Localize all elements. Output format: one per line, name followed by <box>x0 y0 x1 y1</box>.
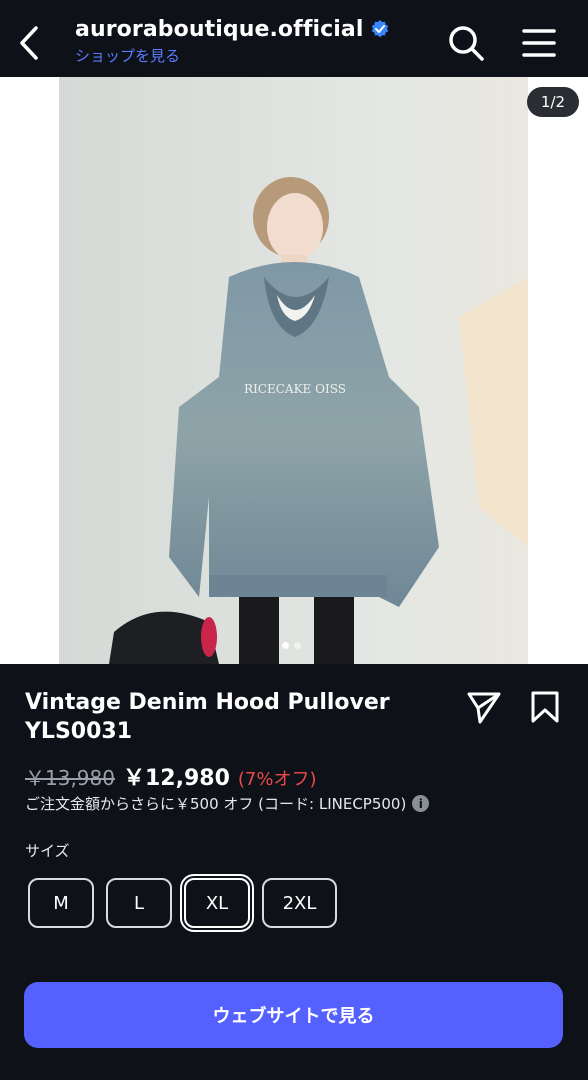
share-send-icon[interactable] <box>466 690 502 724</box>
size-option-2xl[interactable]: 2XL <box>262 878 337 928</box>
carousel-dot-active[interactable] <box>282 642 289 649</box>
view-website-button[interactable]: ウェブサイトで見る <box>24 982 563 1048</box>
hamburger-menu-icon[interactable] <box>520 26 558 60</box>
shop-name: auroraboutique.official <box>75 16 364 42</box>
promo-code-text: ご注文金額からさらに￥500 オフ (コード: LINECP500) <box>25 795 407 813</box>
size-options: M L XL 2XL <box>28 874 337 932</box>
info-icon[interactable]: i <box>412 795 430 812</box>
image-counter-badge: 1/2 <box>527 87 579 117</box>
carousel-dot[interactable] <box>294 642 301 649</box>
search-icon[interactable] <box>447 24 485 62</box>
hoodie-print-text: RICECAKE OISS <box>244 382 346 396</box>
verified-badge-icon <box>371 20 388 38</box>
view-shop-link[interactable]: ショップを見る <box>75 45 390 66</box>
product-gallery[interactable]: RICECAKE OISS 1/2 <box>0 77 588 664</box>
size-label: サイズ <box>25 842 70 860</box>
product-photo[interactable]: RICECAKE OISS <box>59 77 528 664</box>
top-bar: auroraboutique.official ショップを見る <box>0 0 588 77</box>
back-arrow-icon[interactable] <box>12 22 46 64</box>
discount-percent: (7%オフ) <box>237 769 317 790</box>
size-option-xl[interactable]: XL <box>180 874 254 932</box>
size-option-l[interactable]: L <box>106 878 172 928</box>
original-price: ￥13,980 <box>25 766 115 790</box>
promo-code-text-row: ご注文金額からさらに￥500 オフ (コード: LINECP500) i <box>25 793 430 814</box>
sale-price: ￥12,980 <box>122 766 230 791</box>
product-title: Vintage Denim Hood Pullover YLS0031 <box>25 690 390 744</box>
shop-name-row: auroraboutique.official <box>75 14 390 44</box>
shop-title-block: auroraboutique.official ショップを見る <box>75 14 390 66</box>
price-row: ￥13,980 ￥12,980 (7%オフ) <box>25 760 317 792</box>
carousel-dots <box>282 642 301 649</box>
bookmark-icon[interactable] <box>528 690 562 724</box>
product-photo-illustration: RICECAKE OISS <box>59 77 528 664</box>
size-option-m[interactable]: M <box>28 878 94 928</box>
